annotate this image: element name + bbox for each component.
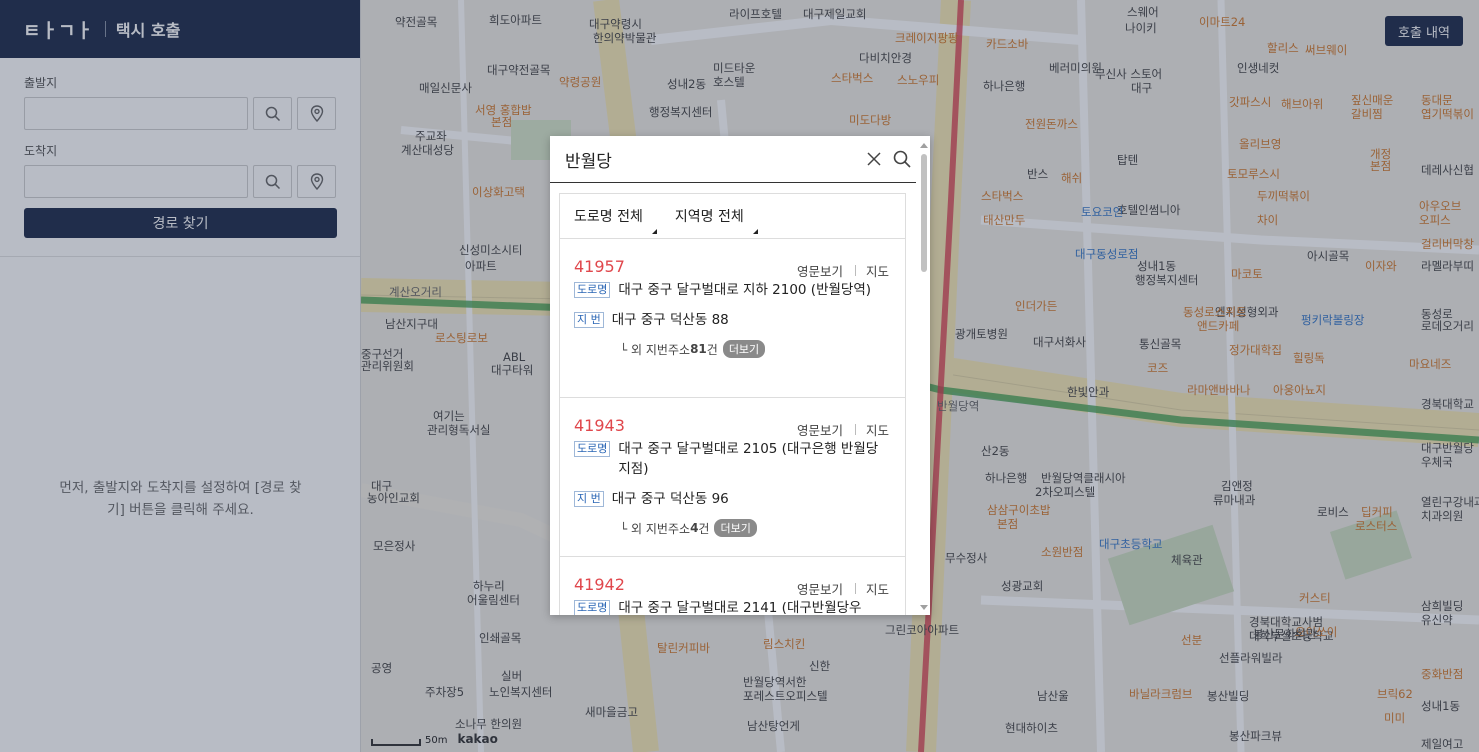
english-view-link[interactable]: 영문보기 (797, 579, 843, 598)
road-address[interactable]: 대구 중구 달구벌대로 2141 (대구반월당우 (618, 598, 861, 615)
road-address[interactable]: 대구 중구 달구벌대로 2105 (대구은행 반월당지점) (618, 439, 889, 479)
more-button[interactable]: 더보기 (714, 519, 757, 537)
close-icon (867, 152, 881, 166)
map-link[interactable]: 지도 (866, 420, 889, 439)
address-search-popup: 반월당 도로명 전체 지역명 전체 41957 영문보기 지도 도로명 대구 중… (550, 136, 930, 615)
result-links: 영문보기 지도 (797, 261, 889, 280)
road-address[interactable]: 대구 중구 달구벌대로 지하 2100 (반월당역) (618, 280, 871, 300)
map-link[interactable]: 지도 (866, 579, 889, 598)
other-lot-addresses: └ 외 지번주소 81 건 더보기 (620, 340, 889, 358)
clear-button[interactable] (860, 145, 888, 173)
result-links: 영문보기 지도 (797, 579, 889, 598)
popup-search-bar: 반월당 (550, 136, 916, 183)
english-view-link[interactable]: 영문보기 (797, 261, 843, 280)
scroll-down-arrow[interactable] (920, 605, 928, 610)
lot-address[interactable]: 대구 중구 덕산동 88 (612, 310, 729, 330)
road-address-row: 도로명 대구 중구 달구벌대로 2105 (대구은행 반월당지점) (574, 439, 889, 479)
road-address-badge: 도로명 (574, 282, 611, 298)
lot-address-badge: 지 번 (574, 312, 604, 328)
more-button[interactable]: 더보기 (722, 340, 766, 358)
dropdown-corner-icon (651, 229, 657, 234)
other-lot-prefix: └ 외 지번주소 (620, 521, 691, 536)
link-separator (854, 583, 856, 594)
dropdown-corner-icon (752, 229, 758, 234)
search-query-input[interactable]: 반월당 (565, 147, 860, 172)
popup-scrollbar[interactable] (920, 140, 928, 610)
road-address-row: 도로명 대구 중구 달구벌대로 2141 (대구반월당우 (574, 598, 889, 615)
other-lot-prefix: └ 외 지번주소 (620, 342, 691, 357)
other-lot-suffix: 건 (706, 342, 718, 357)
other-lot-count: 4 (690, 521, 699, 535)
search-results: 도로명 전체 지역명 전체 41957 영문보기 지도 도로명 대구 중구 달구… (559, 193, 906, 615)
filter-road-name-label: 도로명 전체 (574, 209, 643, 225)
filter-region-name-label: 지역명 전체 (674, 209, 744, 225)
lot-address-row: 지 번 대구 중구 덕산동 88 (574, 310, 889, 330)
result-item[interactable]: 41957 영문보기 지도 도로명 대구 중구 달구벌대로 지하 2100 (반… (560, 239, 905, 398)
filter-region-name[interactable]: 지역명 전체 (674, 206, 758, 234)
search-icon (893, 150, 911, 168)
link-separator (854, 265, 856, 276)
scroll-up-arrow[interactable] (920, 143, 928, 148)
scroll-thumb[interactable] (921, 154, 927, 272)
filter-road-name[interactable]: 도로명 전체 (574, 206, 657, 234)
lot-address-badge: 지 번 (574, 491, 604, 507)
lot-address[interactable]: 대구 중구 덕산동 96 (612, 489, 729, 509)
road-address-row: 도로명 대구 중구 달구벌대로 지하 2100 (반월당역) (574, 280, 889, 300)
road-address-badge: 도로명 (574, 600, 611, 615)
other-lot-suffix: 건 (698, 521, 710, 536)
result-links: 영문보기 지도 (797, 420, 889, 439)
other-lot-count: 81 (690, 342, 707, 356)
popup-search-button[interactable] (888, 145, 916, 173)
lot-address-row: 지 번 대구 중구 덕산동 96 (574, 489, 889, 509)
map-link[interactable]: 지도 (866, 261, 889, 280)
road-address-badge: 도로명 (574, 441, 611, 457)
result-item[interactable]: 41943 영문보기 지도 도로명 대구 중구 달구벌대로 2105 (대구은행… (560, 398, 905, 557)
english-view-link[interactable]: 영문보기 (797, 420, 843, 439)
link-separator (854, 424, 856, 435)
result-item[interactable]: 41942 영문보기 지도 도로명 대구 중구 달구벌대로 2141 (대구반월… (560, 557, 905, 615)
other-lot-addresses: └ 외 지번주소 4 건 더보기 (620, 519, 889, 537)
result-filters: 도로명 전체 지역명 전체 (560, 194, 905, 239)
